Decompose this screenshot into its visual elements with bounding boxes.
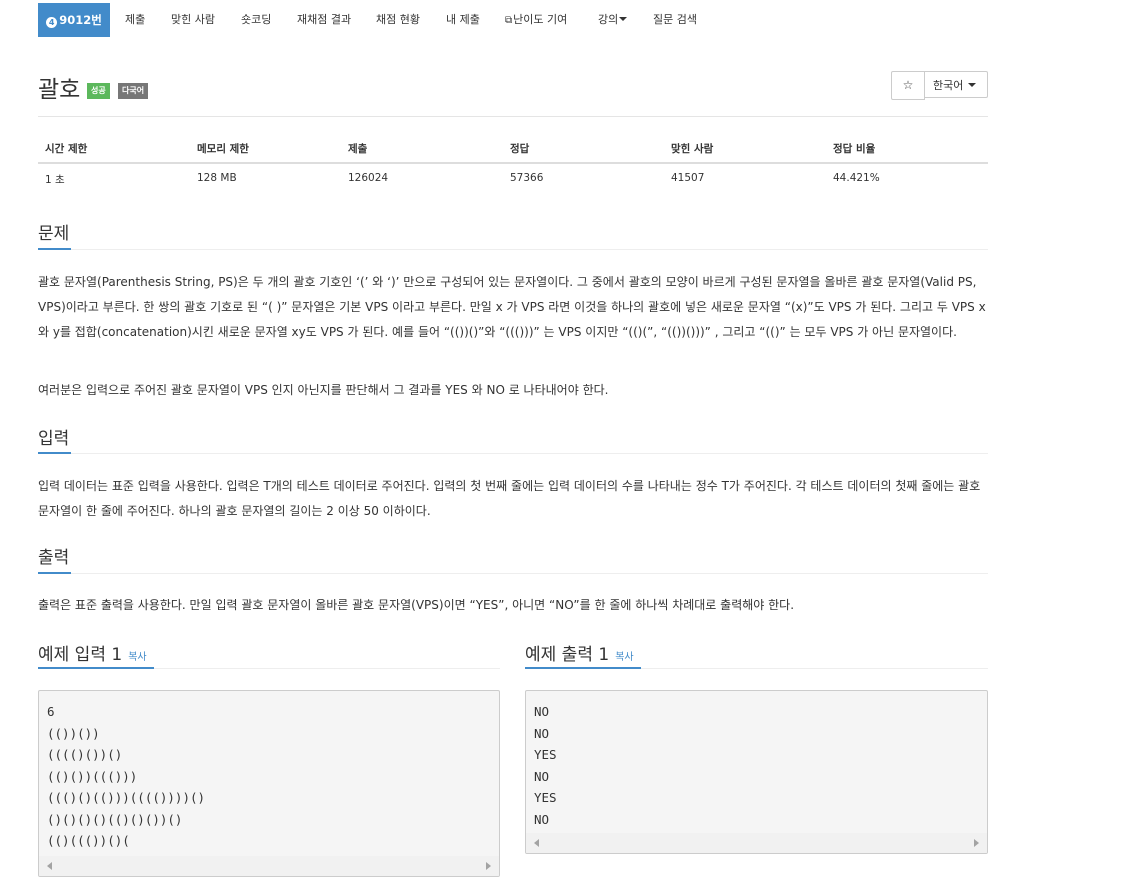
section-divider	[38, 573, 988, 574]
external-link-icon: ⧉	[505, 15, 513, 26]
nav-short-coding[interactable]: 숏코딩	[241, 3, 271, 37]
table-header: 제출	[348, 143, 368, 155]
sample-input-heading: 예제 입력 1 복사	[38, 645, 147, 665]
table-cell: 44.421%	[833, 172, 880, 184]
nav-my-submissions[interactable]: 내 제출	[446, 3, 480, 37]
language-dropdown[interactable]: 한국어	[925, 71, 988, 98]
nav-solved-users[interactable]: 맞힌 사람	[171, 3, 215, 37]
scroll-left-icon[interactable]	[534, 839, 539, 847]
table-cell: 128 MB	[197, 172, 237, 184]
section-divider	[38, 249, 988, 250]
table-cell: 1 초	[45, 174, 65, 186]
nav-difficulty-contribution[interactable]: ⧉난이도 기여	[505, 3, 567, 37]
section-underline	[38, 248, 71, 250]
nav-submit[interactable]: 제출	[125, 3, 145, 37]
sample-output-heading: 예제 출력 1 복사	[525, 645, 634, 665]
section-heading-input: 입력	[38, 429, 70, 449]
scroll-right-icon[interactable]	[486, 862, 491, 870]
problem-description-2: 여러분은 입력으로 주어진 괄호 문자열이 VPS 인지 아닌지를 판단해서 그…	[38, 383, 609, 397]
nav-status[interactable]: 채점 현황	[376, 3, 420, 37]
status-badge-success: 성공	[87, 83, 110, 99]
table-header: 정답	[510, 143, 530, 155]
section-underline	[525, 667, 641, 669]
section-underline	[38, 452, 71, 454]
caret-down-icon	[619, 17, 628, 21]
table-cell: 41507	[671, 172, 705, 184]
section-divider	[38, 453, 988, 454]
table-header: 메모리 제한	[197, 143, 249, 155]
table-header: 정답 비율	[833, 143, 876, 155]
scroll-left-icon[interactable]	[47, 862, 52, 870]
star-button[interactable]: ☆	[891, 71, 925, 100]
copy-sample-output-link[interactable]: 복사	[615, 652, 633, 663]
top-nav: 4 9012번 제출 맞힌 사람 숏코딩 재채점 결과 채점 현황 내 제출 ⧉난…	[38, 3, 988, 37]
page-title: 괄호	[38, 77, 81, 103]
input-description: 입력 데이터는 표준 입력을 사용한다. 입력은 T개의 테스트 데이터로 주어…	[38, 479, 981, 518]
problem-description: 괄호 문자열(Parenthesis String, PS)은 두 개의 괄호 …	[38, 275, 986, 339]
copy-sample-input-link[interactable]: 복사	[128, 652, 146, 663]
section-heading-problem: 문제	[38, 224, 70, 244]
nav-question-search[interactable]: 질문 검색	[653, 3, 697, 37]
section-underline	[38, 667, 154, 669]
star-icon: ☆	[902, 78, 914, 92]
sample-output-box[interactable]: NO NO YES NO YES NO	[525, 690, 988, 854]
table-divider	[38, 162, 988, 164]
table-header: 시간 제한	[45, 143, 88, 155]
nav-problem-number[interactable]: 4 9012번	[38, 3, 110, 37]
sample-input-text: 6 (())()) (((()())() (()())((())) ((()()…	[47, 704, 206, 848]
nav-rejudge-results[interactable]: 재채점 결과	[297, 3, 351, 37]
table-cell: 126024	[348, 172, 389, 184]
horizontal-scrollbar[interactable]	[526, 833, 987, 853]
table-header: 맞힌 사람	[671, 143, 714, 155]
scroll-right-icon[interactable]	[974, 839, 979, 847]
nav-lecture-dropdown[interactable]: 강의	[598, 3, 628, 37]
status-badge-multilang: 다국어	[118, 83, 149, 99]
horizontal-scrollbar[interactable]	[39, 856, 499, 876]
title-divider	[38, 116, 988, 117]
level-icon: 4	[46, 17, 58, 28]
title-buttons: ☆ 한국어	[891, 71, 988, 100]
output-description: 출력은 표준 출력을 사용한다. 만일 입력 괄호 문자열이 올바른 괄호 문자…	[38, 598, 795, 612]
section-underline	[38, 572, 71, 574]
caret-down-icon	[968, 83, 977, 87]
sample-output-text: NO NO YES NO YES NO	[534, 704, 557, 827]
section-heading-output: 출력	[38, 548, 70, 568]
sample-input-box[interactable]: 6 (())()) (((()())() (()())((())) ((()()…	[38, 690, 500, 877]
table-cell: 57366	[510, 172, 544, 184]
